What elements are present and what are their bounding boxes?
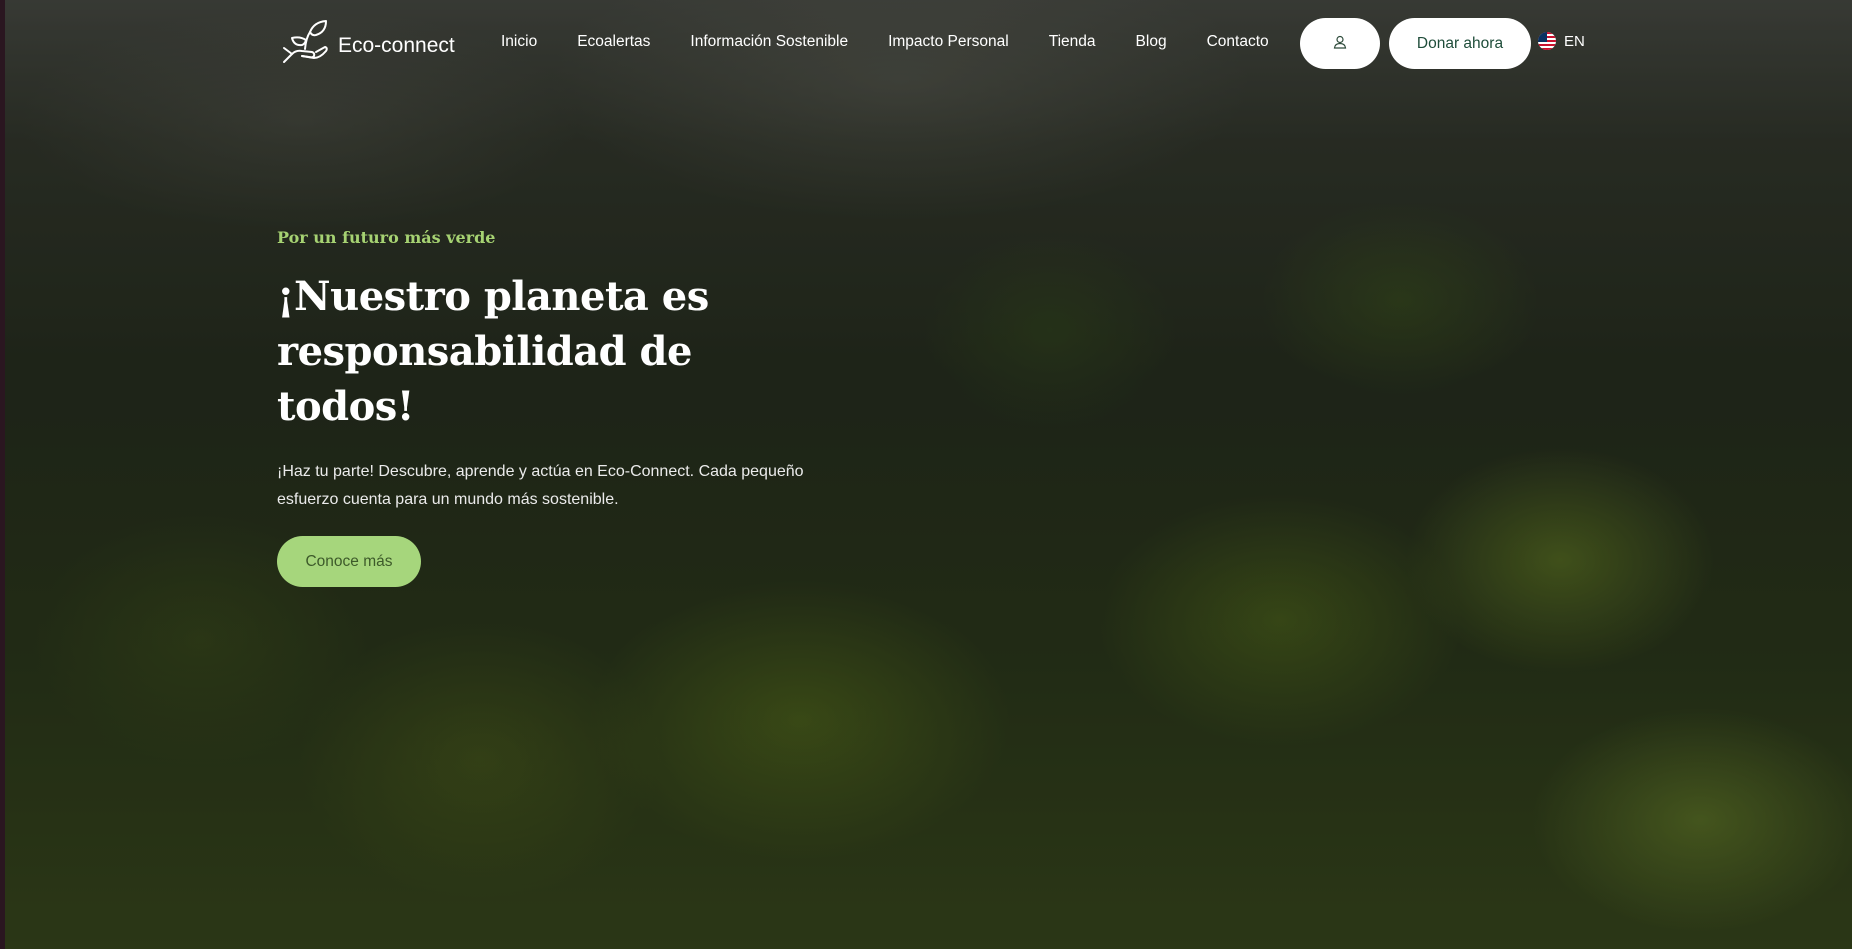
hero-headline-line-2: responsabilidad de todos! xyxy=(277,328,692,430)
logo-text: Eco-connect xyxy=(338,34,455,57)
donate-button[interactable]: Donar ahora xyxy=(1389,18,1531,69)
nav-item-impacto-personal[interactable]: Impacto Personal xyxy=(888,33,1009,51)
nav-item-blog[interactable]: Blog xyxy=(1136,33,1167,51)
logo-link[interactable]: Eco-connect xyxy=(280,18,455,66)
nav-item-ecoalertas[interactable]: Ecoalertas xyxy=(577,33,650,51)
page-edge xyxy=(0,0,5,949)
hero-tagline: Por un futuro más verde xyxy=(277,228,496,247)
hero-description: ¡Haz tu parte! Descubre, aprende y actúa… xyxy=(277,463,804,508)
plant-hand-icon xyxy=(280,18,330,66)
site-header: Eco-connect Inicio Ecoalertas Informació… xyxy=(0,0,1852,86)
nav-item-tienda[interactable]: Tienda xyxy=(1049,33,1096,51)
page: Eco-connect Inicio Ecoalertas Informació… xyxy=(0,0,1852,949)
nav-item-contacto[interactable]: Contacto xyxy=(1207,33,1269,51)
user-icon xyxy=(1333,35,1347,52)
main-nav: Inicio Ecoalertas Información Sostenible… xyxy=(501,33,1309,51)
language-selector[interactable]: EN xyxy=(1538,32,1585,50)
hero-headline: ¡Nuestro planeta es responsabilidad de t… xyxy=(277,269,837,434)
us-flag-icon xyxy=(1538,32,1556,50)
nav-item-inicio[interactable]: Inicio xyxy=(501,33,537,51)
nav-item-informacion-sostenible[interactable]: Información Sostenible xyxy=(690,33,848,51)
user-account-button[interactable] xyxy=(1300,18,1380,69)
hero-headline-line-1: ¡Nuestro planeta es xyxy=(277,273,709,320)
hero-section: Por un futuro más verde ¡Nuestro planeta… xyxy=(277,228,837,587)
learn-more-button[interactable]: Conoce más xyxy=(277,536,421,587)
language-code: EN xyxy=(1564,32,1585,50)
